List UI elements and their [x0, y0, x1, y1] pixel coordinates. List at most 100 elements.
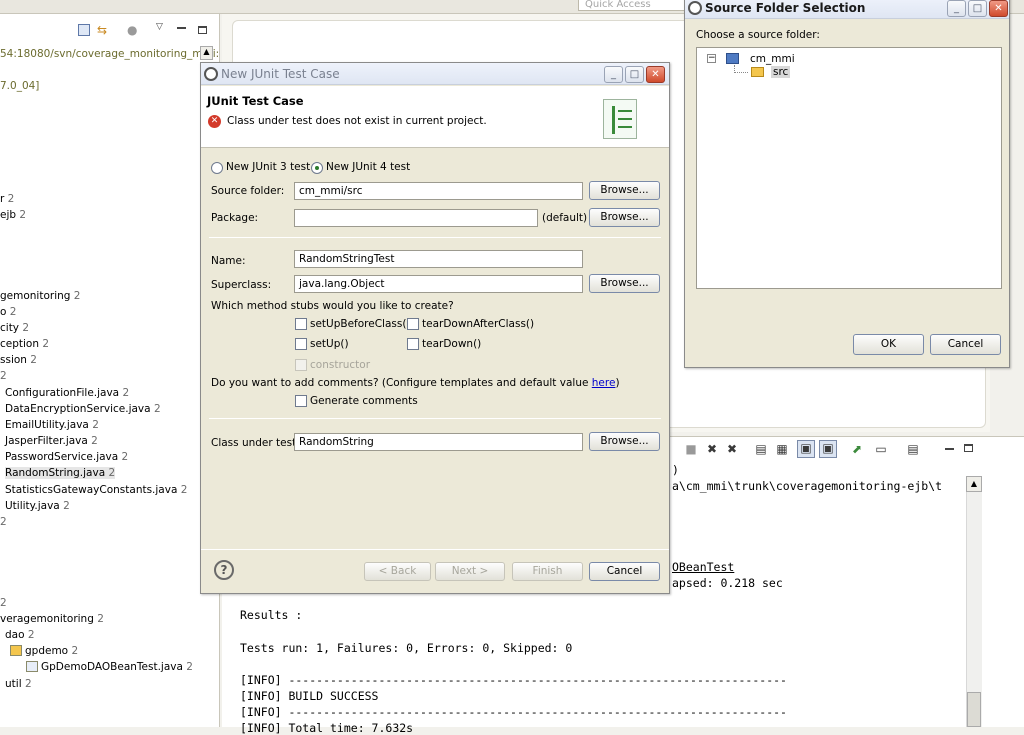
tree-item-label: gemonitoring: [0, 290, 74, 302]
tree-item[interactable]: RandomString.java 2: [5, 467, 116, 479]
tree-item-label: ejb: [0, 209, 20, 221]
tree-item[interactable]: GpDemoDAOBeanTest.java 2: [26, 661, 193, 673]
tree-item-count: 2: [30, 354, 37, 366]
browse-package-button[interactable]: Browse...: [589, 208, 660, 227]
remove-all-icon[interactable]: ✖: [725, 442, 739, 456]
junit-maximize-button[interactable]: □: [625, 66, 644, 83]
source-prompt: Choose a source folder:: [696, 29, 820, 41]
source-folder-field[interactable]: cm_mmi/src: [294, 182, 583, 200]
junit3-radio[interactable]: [211, 162, 223, 174]
tree-item[interactable]: 2: [0, 597, 7, 609]
source-close-button[interactable]: ✕: [989, 0, 1008, 17]
tree-item-count: 2: [153, 403, 161, 415]
source-folder-tree[interactable]: [696, 47, 1002, 289]
tree-item[interactable]: o 2: [0, 306, 16, 318]
browse-class-under-test-button[interactable]: Browse...: [589, 432, 660, 451]
teardownafterclass-checkbox[interactable]: [407, 318, 419, 330]
ok-button[interactable]: OK: [853, 334, 924, 355]
junit4-radio[interactable]: [311, 162, 323, 174]
cancel-button[interactable]: Cancel: [589, 562, 660, 581]
open-console-icon[interactable]: ▤: [906, 442, 920, 456]
junit4-label: New JUnit 4 test: [326, 161, 411, 173]
browse-superclass-button[interactable]: Browse...: [589, 274, 660, 293]
console-scrollbar[interactable]: [966, 476, 982, 727]
next-button[interactable]: Next >: [435, 562, 505, 581]
finish-button[interactable]: Finish: [512, 562, 583, 581]
teardown-label: tearDown(): [422, 338, 482, 350]
console-minimize-icon[interactable]: [945, 448, 954, 450]
junit-minimize-button[interactable]: _: [604, 66, 623, 83]
console-line: Results :: [240, 608, 303, 622]
tree-item[interactable]: r 2: [0, 193, 14, 205]
maximize-icon[interactable]: [198, 26, 207, 34]
name-field[interactable]: RandomStringTest: [294, 250, 583, 268]
tree-item[interactable]: ejb 2: [0, 209, 26, 221]
scroll-up-button[interactable]: ▲: [200, 46, 213, 60]
tree-item-count: 2: [9, 306, 17, 318]
collapse-all-icon[interactable]: [78, 24, 90, 36]
tree-item[interactable]: gpdemo 2: [10, 645, 78, 657]
tree-item[interactable]: JasperFilter.java 2: [5, 435, 98, 447]
source-cancel-button[interactable]: Cancel: [930, 334, 1001, 355]
teardown-checkbox[interactable]: [407, 338, 419, 350]
source-minimize-button[interactable]: _: [947, 0, 966, 17]
filter-icon[interactable]: ●: [127, 24, 141, 36]
pin-console-icon[interactable]: ⬈: [850, 442, 864, 456]
setupbeforeclass-checkbox[interactable]: [295, 318, 307, 330]
tree-item[interactable]: ssion 2: [0, 354, 37, 366]
tree-item-label: r: [0, 193, 8, 205]
tree-item[interactable]: veragemonitoring 2: [0, 613, 104, 625]
tree-child-label[interactable]: src: [771, 66, 791, 78]
tree-item-count: 2: [24, 678, 32, 690]
setupbeforeclass-label: setUpBeforeClass(): [310, 318, 411, 330]
tree-root-label[interactable]: cm_mmi: [750, 53, 795, 65]
display-console-icon[interactable]: ▭: [874, 442, 888, 456]
show-stdout-icon[interactable]: ▣: [797, 440, 815, 458]
help-icon[interactable]: ?: [214, 560, 234, 580]
generate-comments-checkbox[interactable]: [295, 395, 307, 407]
console-scroll-thumb[interactable]: [967, 692, 981, 727]
terminate-icon[interactable]: ■: [684, 442, 698, 456]
junit-close-button[interactable]: ✕: [646, 66, 665, 83]
tree-item[interactable]: ception 2: [0, 338, 49, 350]
tree-item[interactable]: Utility.java 2: [5, 500, 70, 512]
clear-console-icon[interactable]: ▤: [754, 442, 768, 456]
junit-dialog-titlebar[interactable]: New JUnit Test Case: [201, 63, 669, 85]
tree-item[interactable]: 2: [0, 370, 7, 382]
tree-item[interactable]: StatisticsGatewayConstants.java 2: [5, 484, 187, 496]
package-field[interactable]: [294, 209, 538, 227]
class-under-test-field[interactable]: RandomString: [294, 433, 583, 451]
console-scroll-up[interactable]: ▲: [966, 476, 982, 492]
console-line: ): [672, 463, 679, 477]
source-maximize-button[interactable]: □: [968, 0, 987, 17]
tree-item[interactable]: dao 2: [5, 629, 35, 641]
tree-item[interactable]: PasswordService.java 2: [5, 451, 128, 463]
collapse-icon[interactable]: −: [707, 54, 716, 63]
junit-dialog-title: New JUnit Test Case: [221, 67, 340, 81]
tree-item-label: PasswordService.java: [5, 451, 122, 463]
scroll-lock-icon[interactable]: ▦: [775, 442, 789, 456]
minimize-icon[interactable]: [177, 27, 186, 29]
configure-templates-link[interactable]: here: [592, 377, 616, 389]
remove-launch-icon[interactable]: ✖: [705, 442, 719, 456]
setup-checkbox[interactable]: [295, 338, 307, 350]
link-editor-icon[interactable]: ⇆: [97, 24, 111, 36]
tree-item-label: RandomString.java: [5, 467, 109, 479]
tree-item[interactable]: EmailUtility.java 2: [5, 419, 99, 431]
tree-item[interactable]: gemonitoring 2: [0, 290, 80, 302]
show-stderr-icon[interactable]: ▣: [819, 440, 837, 458]
tree-item[interactable]: city 2: [0, 322, 29, 334]
view-menu-icon[interactable]: ▽: [156, 22, 166, 32]
console-line: [INFO] ---------------------------------…: [240, 705, 787, 719]
browse-source-folder-button[interactable]: Browse...: [589, 181, 660, 200]
tree-item-count: 2: [97, 613, 104, 625]
tree-item[interactable]: ConfigurationFile.java 2: [5, 387, 129, 399]
back-button[interactable]: < Back: [364, 562, 431, 581]
tree-item[interactable]: 2: [0, 516, 7, 528]
console-maximize-icon[interactable]: [964, 444, 973, 452]
tree-item[interactable]: DataEncryptionService.java 2: [5, 403, 161, 415]
quick-access-input[interactable]: Quick Access: [578, 0, 686, 11]
separator: [201, 549, 669, 550]
tree-item[interactable]: util 2: [5, 678, 32, 690]
superclass-field[interactable]: java.lang.Object: [294, 275, 583, 293]
